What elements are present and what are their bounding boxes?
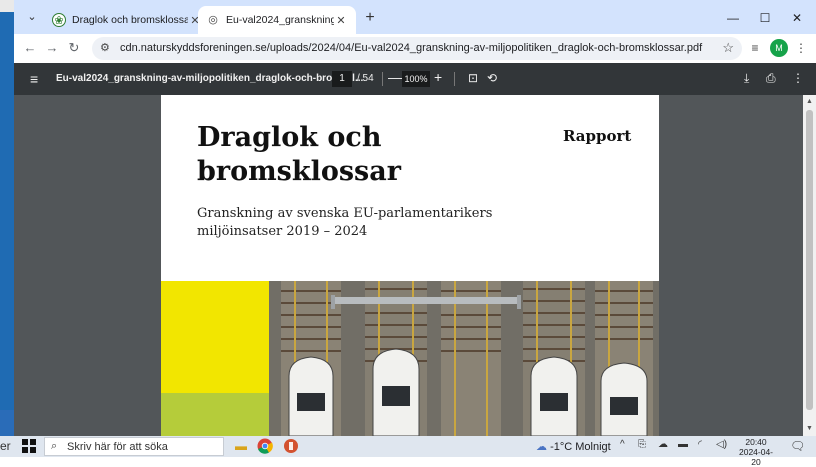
address-bar[interactable]: ⚙ cdn.naturskyddsforeningen.se/uploads/2…: [92, 37, 742, 60]
reload-button[interactable]: ↻: [64, 38, 84, 58]
desktop-background: [0, 0, 14, 436]
toolbar-divider: [454, 72, 455, 86]
zoom-out-button[interactable]: —: [388, 69, 402, 85]
tab-search-icon[interactable]: ⌄: [24, 9, 40, 25]
windows-taskbar: ⌕ Skriv här för att söka ▬ ☁ -1°C Molnig…: [14, 436, 816, 467]
report-subtitle: Granskning av svenska EU-parlamentariker…: [197, 206, 493, 239]
search-icon: ⌕: [51, 440, 58, 452]
wifi-icon[interactable]: ◜: [698, 439, 702, 450]
page-total: / 54: [357, 73, 374, 84]
battery-icon[interactable]: ▬: [678, 439, 688, 450]
search-placeholder: Skriv här för att söka: [67, 441, 168, 453]
report-badge: Rapport: [563, 127, 632, 145]
clock-time: 20:40: [745, 437, 767, 447]
download-icon[interactable]: ⤓: [744, 71, 749, 86]
clock-date: 2024-04-20: [738, 447, 774, 467]
tab-draglok[interactable]: ❀ Draglok och bromsklossar– gr... ✕: [44, 6, 210, 34]
page-number-input[interactable]: 1: [332, 71, 352, 87]
tab-strip: ⌄ ❀ Draglok och bromsklossar– gr... ✕ ◎ …: [14, 0, 816, 34]
powerpoint-icon[interactable]: [282, 438, 300, 455]
cover-art: [161, 281, 659, 436]
report-title: Draglok och bromsklossar: [197, 122, 401, 187]
minimize-button[interactable]: —: [720, 8, 746, 28]
chrome-icon[interactable]: [256, 438, 274, 455]
cover-green-block: [161, 393, 269, 436]
back-button[interactable]: ←: [20, 38, 40, 58]
globe-icon: ◎: [208, 14, 218, 26]
toolbar-divider: [382, 72, 383, 86]
rotate-icon[interactable]: ⟲: [487, 71, 497, 85]
desktop-strip-top: [0, 0, 14, 12]
weather-text: -1°C Molnigt: [550, 441, 611, 453]
browser-window: ⌄ ❀ Draglok och bromsklossar– gr... ✕ ◎ …: [14, 0, 816, 436]
more-options-icon[interactable]: ⋮: [792, 71, 804, 85]
tray-app-icon[interactable]: ⎘: [638, 439, 646, 450]
weather-cloud-icon: ☁: [536, 441, 547, 453]
browser-menu-icon[interactable]: ⋮: [792, 39, 810, 57]
notification-icon[interactable]: 🗨: [790, 439, 805, 453]
chrome-logo-icon: [257, 438, 273, 454]
sidebar-menu-icon[interactable]: ≡: [30, 71, 38, 87]
scrollbar-thumb[interactable]: [806, 110, 813, 410]
file-explorer-icon[interactable]: ▬: [232, 438, 250, 455]
tab-title: Eu-val2024_granskning-av-milj: [226, 14, 334, 26]
naturskydd-favicon-icon: ❀: [52, 13, 66, 27]
pdf-document-title: Eu-val2024_granskning-av-miljopolitiken_…: [56, 73, 364, 84]
cover-photo-trains: [269, 281, 659, 436]
system-clock[interactable]: 20:40 2024-04-20: [736, 437, 776, 467]
cover-yellow-block: [161, 281, 269, 393]
tab-title: Draglok och bromsklossar– gr...: [72, 14, 188, 26]
pdf-toolbar: ≡ Eu-val2024_granskning-av-miljopolitike…: [14, 63, 816, 95]
site-settings-icon[interactable]: ⚙: [100, 41, 110, 54]
tab-eu-val2024[interactable]: ◎ Eu-val2024_granskning-av-milj ✕: [198, 6, 356, 34]
windows-start-icon[interactable]: [22, 439, 36, 453]
volume-icon[interactable]: ◁): [716, 439, 727, 450]
taskbar-search-box[interactable]: ⌕ Skriv här för att söka: [44, 437, 224, 456]
fit-page-icon[interactable]: ⊡: [468, 71, 478, 85]
pdf-scrollbar[interactable]: ▲ ▼: [803, 95, 816, 436]
pdf-page: Draglok och bromsklossar Rapport Granskn…: [161, 95, 659, 436]
zoom-level-input[interactable]: 100%: [402, 71, 430, 87]
profile-avatar[interactable]: M: [770, 39, 788, 57]
desktop-strip-bottom: [0, 410, 14, 436]
browser-toolbar: ← → ↻ ⚙ cdn.naturskyddsforeningen.se/upl…: [14, 34, 816, 63]
print-icon[interactable]: ⎙: [766, 71, 776, 86]
scroll-down-icon[interactable]: ▼: [806, 425, 813, 432]
zoom-in-button[interactable]: +: [434, 69, 442, 85]
new-tab-button[interactable]: +: [360, 8, 380, 28]
pdf-viewport[interactable]: Draglok och bromsklossar Rapport Granskn…: [14, 95, 803, 436]
train-yard-illustration: [269, 281, 659, 436]
tray-cloud-icon[interactable]: ☁: [658, 439, 668, 450]
close-tab-icon[interactable]: ✕: [334, 14, 348, 27]
powerpoint-logo-icon: [284, 439, 298, 453]
maximize-button[interactable]: ☐: [752, 8, 778, 28]
url-text: cdn.naturskyddsforeningen.se/uploads/202…: [120, 42, 703, 54]
weather-widget[interactable]: ☁ -1°C Molnigt: [536, 440, 611, 453]
forward-button[interactable]: →: [42, 38, 62, 58]
scroll-up-icon[interactable]: ▲: [806, 98, 813, 105]
desktop-label: er: [0, 436, 14, 457]
reading-list-icon[interactable]: ≡: [746, 39, 764, 57]
close-window-button[interactable]: ✕: [784, 8, 810, 28]
tray-chevron-icon[interactable]: ^: [620, 439, 625, 450]
bookmark-star-icon[interactable]: ☆: [722, 40, 734, 56]
